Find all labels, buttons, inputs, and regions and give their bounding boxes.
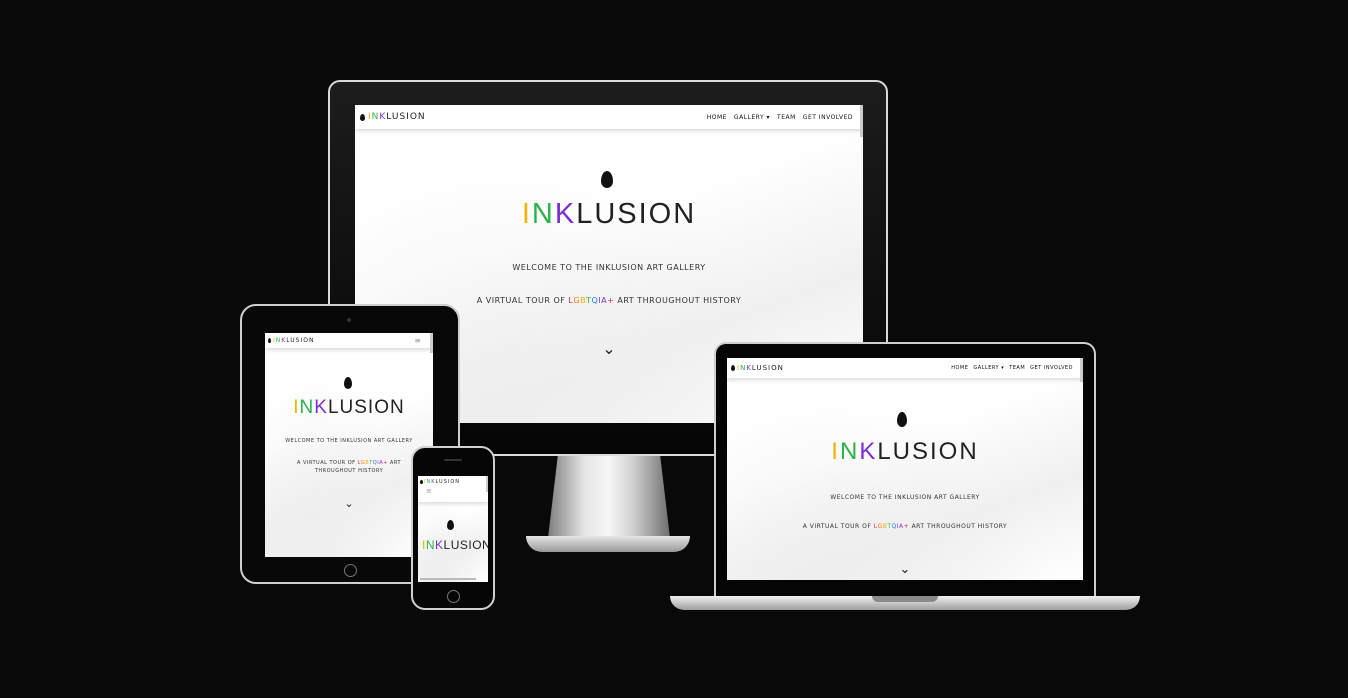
scroll-down-icon[interactable]: ⌄ <box>727 562 1083 577</box>
hero-letter-k: K <box>859 438 878 465</box>
ink-drop-icon <box>420 480 423 484</box>
ink-drop-icon <box>601 171 613 188</box>
scrollbar[interactable] <box>430 333 433 353</box>
laptop-notch <box>872 596 938 602</box>
tablet-camera <box>347 318 351 322</box>
logo-rest: LUSION <box>386 112 426 122</box>
site-logo[interactable]: I N K LUSION <box>731 364 784 372</box>
hero-letter-i: I <box>521 198 532 230</box>
nav-team[interactable]: TEAM <box>1009 365 1025 371</box>
monitor-stand <box>548 456 670 538</box>
laptop-screen: I N K LUSION HOME GALLERY ▾ TEAM GET INVOLV… <box>727 358 1083 580</box>
hero-letter-k: K <box>435 538 444 552</box>
tablet-home-button[interactable] <box>344 564 357 577</box>
welcome-text: WELCOME TO THE INKLUSION ART GALLERY <box>512 263 706 272</box>
tour-prefix: A VIRTUAL TOUR OF <box>476 296 569 305</box>
nav-gallery[interactable]: GALLERY ▾ <box>734 114 770 121</box>
hero-rest: LUSION <box>327 397 405 418</box>
phone-speaker <box>444 459 462 461</box>
logo-letter-n: N <box>371 112 380 122</box>
logo-rest: LUSION <box>435 479 461 485</box>
tour-text: A VIRTUAL TOUR OF LGBTQIA+ ART THROUGHOU… <box>265 459 433 475</box>
hero-title: INKLUSION <box>422 538 488 552</box>
nav-menu: HOME GALLERY ▾ TEAM GET INVOLVED <box>707 114 853 121</box>
tour-suffix: ART THROUGHOUT HISTORY <box>614 296 742 305</box>
hero-title: INKLUSION <box>727 438 1083 466</box>
nav-home[interactable]: HOME <box>951 365 968 371</box>
logo-rest: LUSION <box>751 364 784 372</box>
tour-text: A VIRTUAL TOUR OF LGBTQIA+ ART THROUGHOU… <box>727 523 1083 530</box>
nav-get-involved[interactable]: GET INVOLVED <box>1030 365 1073 371</box>
hero-title: INKLUSION <box>355 198 863 231</box>
ink-drop-icon <box>268 338 271 343</box>
welcome-text: WELCOME TO THE INKLUSION ART GALLERY <box>830 494 980 501</box>
nav-get-involved[interactable]: GET INVOLVED <box>803 114 853 121</box>
nav-gallery-label: GALLERY <box>973 365 1000 371</box>
laptop-navbar: I N K LUSION HOME GALLERY ▾ TEAM GET INVOLV… <box>727 358 1083 378</box>
nav-gallery-label: GALLERY <box>733 113 765 121</box>
site-logo[interactable]: I N K LUSION <box>268 337 314 344</box>
phone-navbar: I N K LUSION ≡ <box>418 476 488 502</box>
horizontal-scrollbar[interactable] <box>420 578 476 580</box>
ink-drop-icon <box>897 412 907 427</box>
ink-drop-icon <box>360 113 365 121</box>
hero-letter-i: I <box>831 438 840 465</box>
hero-letter-k: K <box>314 397 328 418</box>
hero-letter-n: N <box>839 438 860 465</box>
site-logo[interactable]: I N K LUSION <box>420 479 486 485</box>
hero-letter-n: N <box>531 198 555 230</box>
chevron-down-icon: ▾ <box>766 113 771 121</box>
tour-suffix: ART THROUGHOUT HISTORY <box>909 523 1008 530</box>
scrollbar[interactable] <box>486 476 488 492</box>
ink-drop-icon <box>731 365 735 371</box>
hero-title: INKLUSION <box>265 397 433 419</box>
nav-menu: HOME GALLERY ▾ TEAM GET INVOLVED <box>951 365 1073 371</box>
site-logo[interactable]: I N K LUSION <box>360 112 426 122</box>
scrollbar[interactable] <box>860 105 863 137</box>
ink-drop-icon <box>447 520 454 530</box>
scrollbar[interactable] <box>1080 358 1083 382</box>
nav-team[interactable]: TEAM <box>777 114 796 121</box>
hero-letter-n: N <box>425 538 436 552</box>
nav-home[interactable]: HOME <box>707 114 727 121</box>
nav-gallery[interactable]: GALLERY ▾ <box>973 365 1004 371</box>
phone-home-button[interactable] <box>447 590 460 603</box>
hero-rest: LUSION <box>576 198 697 230</box>
chevron-down-icon: ▾ <box>1001 365 1005 371</box>
scroll-down-icon[interactable]: ⌄ <box>265 497 433 510</box>
ink-drop-icon <box>344 377 352 389</box>
logo-rest: LUSION <box>286 337 315 344</box>
desktop-navbar: I N K LUSION HOME GALLERY ▾ TEAM GET INVOLV… <box>355 105 863 129</box>
welcome-text: WELCOME TO THE INKLUSION ART GALLERY <box>285 438 413 444</box>
tablet-screen: I N K LUSION ≡ INKLUSION WELCOME TO THE INK… <box>265 333 433 557</box>
hamburger-menu-icon[interactable]: ≡ <box>414 336 421 345</box>
phone-screen: I N K LUSION ≡ INKLUSION <box>418 476 488 582</box>
hero-rest: LUSION <box>443 538 488 552</box>
tablet-navbar: I N K LUSION ≡ <box>265 333 433 348</box>
hero-letter-k: K <box>554 198 577 230</box>
hero-letter-n: N <box>299 397 315 418</box>
hamburger-menu-icon[interactable]: ≡ <box>426 487 486 495</box>
tour-prefix: A VIRTUAL TOUR OF <box>296 460 358 466</box>
logo-letter-k: K <box>379 112 387 122</box>
tour-prefix: A VIRTUAL TOUR OF <box>802 523 874 530</box>
hero-rest: LUSION <box>877 438 979 465</box>
monitor-stand-base <box>526 536 690 552</box>
